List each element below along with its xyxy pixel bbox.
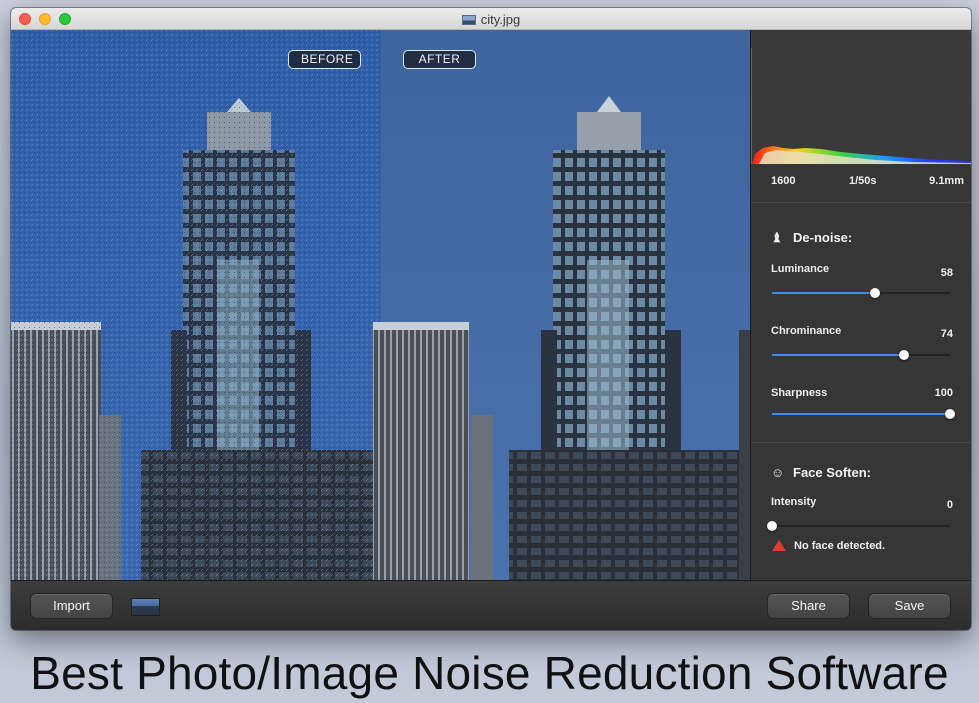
image-thumbnail[interactable]: [131, 598, 160, 616]
face-soften-title-text: Face Soften:: [793, 465, 872, 480]
bottom-toolbar: Import Share Save: [11, 580, 971, 630]
histogram: [751, 30, 971, 165]
face-profile-icon: ☺: [771, 465, 785, 480]
exif-focal-length: 9.1mm: [929, 175, 964, 187]
chrominance-slider[interactable]: [772, 349, 950, 361]
city-skyline-image: [11, 30, 750, 580]
dropper-icon: ♝: [771, 230, 783, 245]
slider-knob[interactable]: [870, 288, 881, 298]
intensity-value: 0: [946, 499, 953, 511]
slider-fill: [772, 413, 950, 415]
luminance-value: 58: [940, 267, 953, 279]
section-divider: [751, 442, 971, 443]
chrominance-value: 74: [940, 328, 953, 340]
share-button[interactable]: Share: [767, 593, 850, 619]
adjustments-sidebar: 1600 1/50s 9.1mm ♝ De-noise: Luminance 58…: [750, 30, 971, 580]
exif-iso: 1600: [771, 175, 796, 187]
sharpness-label: Sharpness: [771, 387, 828, 399]
luminance-label: Luminance: [771, 263, 830, 275]
intensity-label: Intensity: [771, 496, 817, 508]
exif-shutter: 1/50s: [849, 175, 877, 187]
after-label: AFTER: [403, 50, 476, 69]
slider-fill: [772, 354, 904, 356]
exif-info: 1600 1/50s 9.1mm: [751, 175, 971, 195]
slider-knob[interactable]: [945, 409, 955, 419]
sharpness-value: 100: [934, 387, 953, 399]
intensity-slider[interactable]: [767, 520, 950, 532]
window-title-text: city.jpg: [480, 12, 521, 27]
caption-text: Best Photo/Image Noise Reduction Softwar…: [30, 647, 949, 699]
save-button[interactable]: Save: [868, 593, 951, 619]
chrominance-label: Chrominance: [771, 325, 842, 337]
slider-fill: [772, 292, 876, 294]
face-soften-title: ☺ Face Soften:: [771, 465, 871, 480]
title-bar: city.jpg: [11, 8, 971, 30]
slider-knob[interactable]: [767, 521, 777, 531]
window-title: city.jpg: [11, 12, 971, 27]
warning-icon: [772, 540, 786, 551]
before-after-photo[interactable]: BEFORE AFTER: [11, 30, 750, 580]
slider-knob[interactable]: [898, 350, 909, 360]
slider-track: [772, 525, 950, 527]
luminance-slider[interactable]: [772, 287, 950, 299]
before-label: BEFORE: [288, 50, 361, 69]
face-warning-text: No face detected.: [794, 540, 886, 552]
denoise-title-text: De-noise:: [793, 230, 853, 245]
section-divider: [751, 202, 971, 203]
denoise-title: ♝ De-noise:: [771, 230, 852, 246]
histogram-graph: [751, 30, 971, 165]
face-warning: No face detected.: [772, 540, 885, 552]
image-file-icon: [461, 15, 476, 25]
import-button[interactable]: Import: [30, 593, 113, 619]
app-window: city.jpg BEFORE AFTER 1600 1/50s 9.1mm ♝…: [11, 8, 971, 630]
sharpness-slider[interactable]: [772, 408, 955, 420]
